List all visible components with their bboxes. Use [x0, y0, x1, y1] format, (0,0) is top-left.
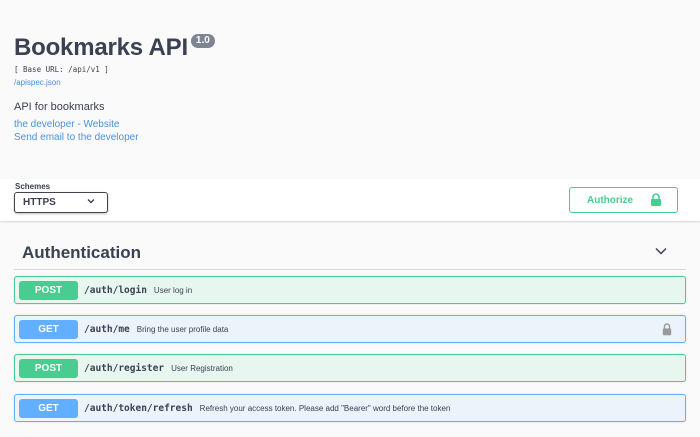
chevron-down-icon[interactable] [654, 244, 668, 258]
operation-summary: User log in [153, 285, 193, 295]
operation-get-auth-token-refresh[interactable]: GET /auth/token/refresh Refresh your acc… [14, 394, 686, 422]
title-row: Bookmarks API 1.0 [14, 33, 215, 63]
operation-path: /auth/me [84, 323, 130, 335]
method-badge: GET [19, 319, 78, 339]
developer-email-link[interactable]: Send email to the developer [14, 132, 139, 143]
base-url: [ Base URL: /api/v1 ] [14, 65, 109, 74]
authorize-label: Authorize [587, 195, 634, 206]
operation-post-auth-register[interactable]: POST /auth/register User Registration [14, 354, 686, 382]
schemes-selected-value: HTTPS [23, 197, 56, 208]
operation-path: /auth/register [84, 362, 165, 374]
scheme-container: Schemes HTTPS Authorize [0, 179, 700, 221]
method-badge: POST [19, 280, 78, 300]
tag-section-authentication[interactable]: Authentication [14, 232, 686, 270]
operation-summary: Refresh your access token. Please add "B… [199, 403, 451, 413]
operation-path: /auth/token/refresh [84, 402, 193, 414]
developer-website-link[interactable]: the developer - Website [14, 119, 119, 130]
tag-title: Authentication [22, 243, 141, 262]
lock-icon[interactable] [662, 323, 672, 336]
chevron-down-icon [87, 199, 95, 204]
operation-summary: Bring the user profile data [136, 324, 229, 334]
lock-icon [651, 193, 661, 206]
method-badge: POST [19, 358, 78, 378]
operation-path: /auth/login [84, 284, 147, 296]
version-badge: 1.0 [190, 34, 215, 48]
authorize-button[interactable]: Authorize [569, 187, 678, 213]
schemes-select[interactable]: HTTPS [14, 192, 108, 213]
operation-get-auth-me[interactable]: GET /auth/me Bring the user profile data [14, 315, 686, 343]
method-badge: GET [19, 398, 78, 418]
schemes-label: Schemes [15, 182, 51, 191]
operation-summary: User Registration [171, 363, 233, 373]
operation-post-auth-login[interactable]: POST /auth/login User log in [14, 276, 686, 304]
spec-link[interactable]: /apispec.json [14, 78, 61, 87]
api-description: API for bookmarks [14, 101, 105, 113]
api-title: Bookmarks API [14, 34, 188, 61]
